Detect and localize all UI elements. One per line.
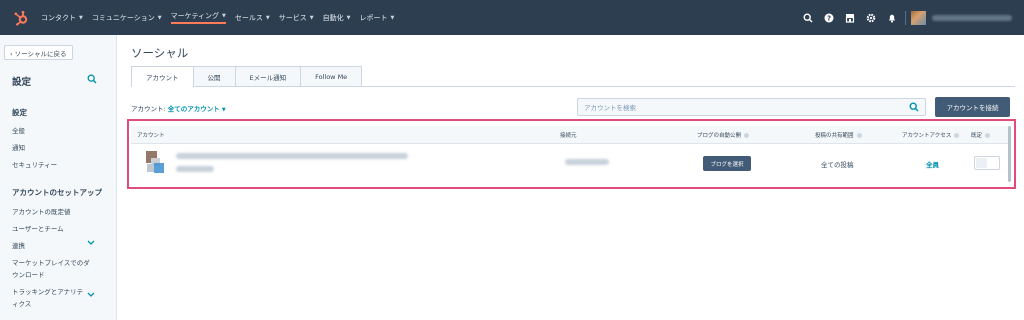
chevron-down-icon: ▼ <box>309 14 314 21</box>
page-title: ソーシャル <box>131 46 189 60</box>
header-account: アカウント <box>137 133 165 139</box>
sidebar-item-marketplace-downloads-cont[interactable]: ウンロード <box>12 269 45 279</box>
header-share-scope: 投稿の共有範囲 <box>815 131 862 139</box>
settings-sidebar: ‹ ソーシャルに戻る 設定 設定 全般 通知 セキュリティー アカウントのセット… <box>0 35 117 320</box>
sidebar-item-account-defaults[interactable]: アカウントの既定値 <box>12 206 71 216</box>
nav-marketing[interactable]: マーケティング ▼ <box>170 11 226 24</box>
share-scope-value: 全ての投稿 <box>821 161 854 169</box>
search-icon[interactable] <box>909 102 919 114</box>
chevron-down-icon: ▼ <box>79 14 83 21</box>
nav-contacts[interactable]: コンタクト ▼ <box>41 13 83 23</box>
chevron-down-icon: ▼ <box>157 14 162 21</box>
chevron-down-icon: ▼ <box>222 13 226 19</box>
account-filter[interactable]: アカウント: 全てのアカウント ▼ <box>131 103 226 113</box>
nav-service[interactable]: サービス ▼ <box>279 13 314 23</box>
avatar <box>911 11 926 25</box>
sidebar-section-account-setup: アカウントのセットアップ <box>12 188 102 197</box>
notifications-icon[interactable] <box>885 11 898 24</box>
chevron-down-icon[interactable] <box>87 239 95 248</box>
account-name-redacted <box>932 15 1012 21</box>
account-subtext-redacted <box>176 166 214 172</box>
sidebar-item-tracking-analytics[interactable]: トラッキングとアナリテ <box>12 286 83 296</box>
svg-text:?: ? <box>826 14 830 22</box>
sidebar-item-notifications[interactable]: 通知 <box>12 142 25 152</box>
account-name-redacted <box>176 153 408 159</box>
header-default: 既定 <box>971 131 991 139</box>
search-icon[interactable] <box>87 74 97 86</box>
filter-value[interactable]: 全てのアカウント <box>168 105 220 113</box>
sidebar-item-general[interactable]: 全般 <box>12 125 25 135</box>
nav-automation[interactable]: 自動化 ▼ <box>323 13 351 23</box>
tab-follow-me[interactable]: Follow Me <box>301 67 361 87</box>
chevron-down-icon: ▼ <box>265 14 270 21</box>
nav-communications[interactable]: コミュニケーション ▼ <box>92 13 162 23</box>
chevron-down-icon: ▼ <box>390 14 395 21</box>
tab-publishing[interactable]: 公開 <box>194 67 236 87</box>
tabs-divider <box>345 86 1015 87</box>
info-icon[interactable] <box>954 132 960 138</box>
chevron-down-icon: ▼ <box>221 107 226 113</box>
account-avatar <box>145 150 165 174</box>
connected-user-redacted <box>565 159 609 165</box>
search-placeholder: アカウントを検索 <box>584 104 636 112</box>
header-connected-to: 接続元 <box>560 133 577 139</box>
account-search-input[interactable]: アカウントを検索 <box>577 98 926 116</box>
info-icon[interactable] <box>856 132 862 138</box>
sidebar-item-users-teams[interactable]: ユーザーとチーム <box>12 223 64 233</box>
default-toggle[interactable] <box>974 156 1000 170</box>
info-icon[interactable] <box>744 132 750 138</box>
choose-blog-button[interactable]: ブログを選択 <box>703 156 751 171</box>
back-to-social-button[interactable]: ‹ ソーシャルに戻る <box>4 45 73 60</box>
help-icon[interactable]: ? <box>822 11 835 24</box>
settings-tabs: アカウント 公開 Eメール通知 Follow Me <box>131 66 363 87</box>
marketplace-icon[interactable] <box>843 11 856 24</box>
nav-divider <box>905 11 906 25</box>
nav-sales[interactable]: セールス ▼ <box>235 13 270 23</box>
header-account-access: アカウントアクセス <box>902 131 960 139</box>
account-menu[interactable] <box>911 11 1012 25</box>
nav-utility-icons: ? <box>793 0 898 35</box>
connect-account-button[interactable]: アカウントを接続 <box>935 97 1010 117</box>
chevron-down-icon[interactable] <box>87 291 95 300</box>
account-access-link[interactable]: 全員 <box>926 159 939 169</box>
info-icon[interactable] <box>985 132 991 138</box>
settings-icon[interactable] <box>864 11 877 24</box>
nav-reports[interactable]: レポート ▼ <box>359 13 394 23</box>
filter-label: アカウント: <box>131 105 166 113</box>
sidebar-item-integrations[interactable]: 連携 <box>12 240 25 250</box>
toggle-knob <box>976 158 987 168</box>
search-icon[interactable] <box>801 11 814 24</box>
chevron-down-icon: ▼ <box>346 14 351 21</box>
tab-email-notifications[interactable]: Eメール通知 <box>236 67 302 87</box>
hubspot-logo-icon[interactable] <box>11 8 31 28</box>
sidebar-item-marketplace-downloads[interactable]: マーケットプレイスでのダ <box>12 257 90 267</box>
tab-accounts[interactable]: アカウント <box>132 67 194 87</box>
sidebar-section-settings: 設定 <box>12 108 27 117</box>
table-scrollbar[interactable] <box>1008 126 1011 182</box>
top-navigation-bar: コンタクト ▼ コミュニケーション ▼ マーケティング ▼ セールス ▼ サービス ▼ 自… <box>0 0 1024 35</box>
header-auto-publish: ブログの自動公開 <box>697 131 750 139</box>
sidebar-item-tracking-analytics-cont[interactable]: ィクス <box>12 298 31 308</box>
sidebar-item-security[interactable]: セキュリティー <box>12 159 57 169</box>
sidebar-title: 設定 <box>12 77 32 88</box>
